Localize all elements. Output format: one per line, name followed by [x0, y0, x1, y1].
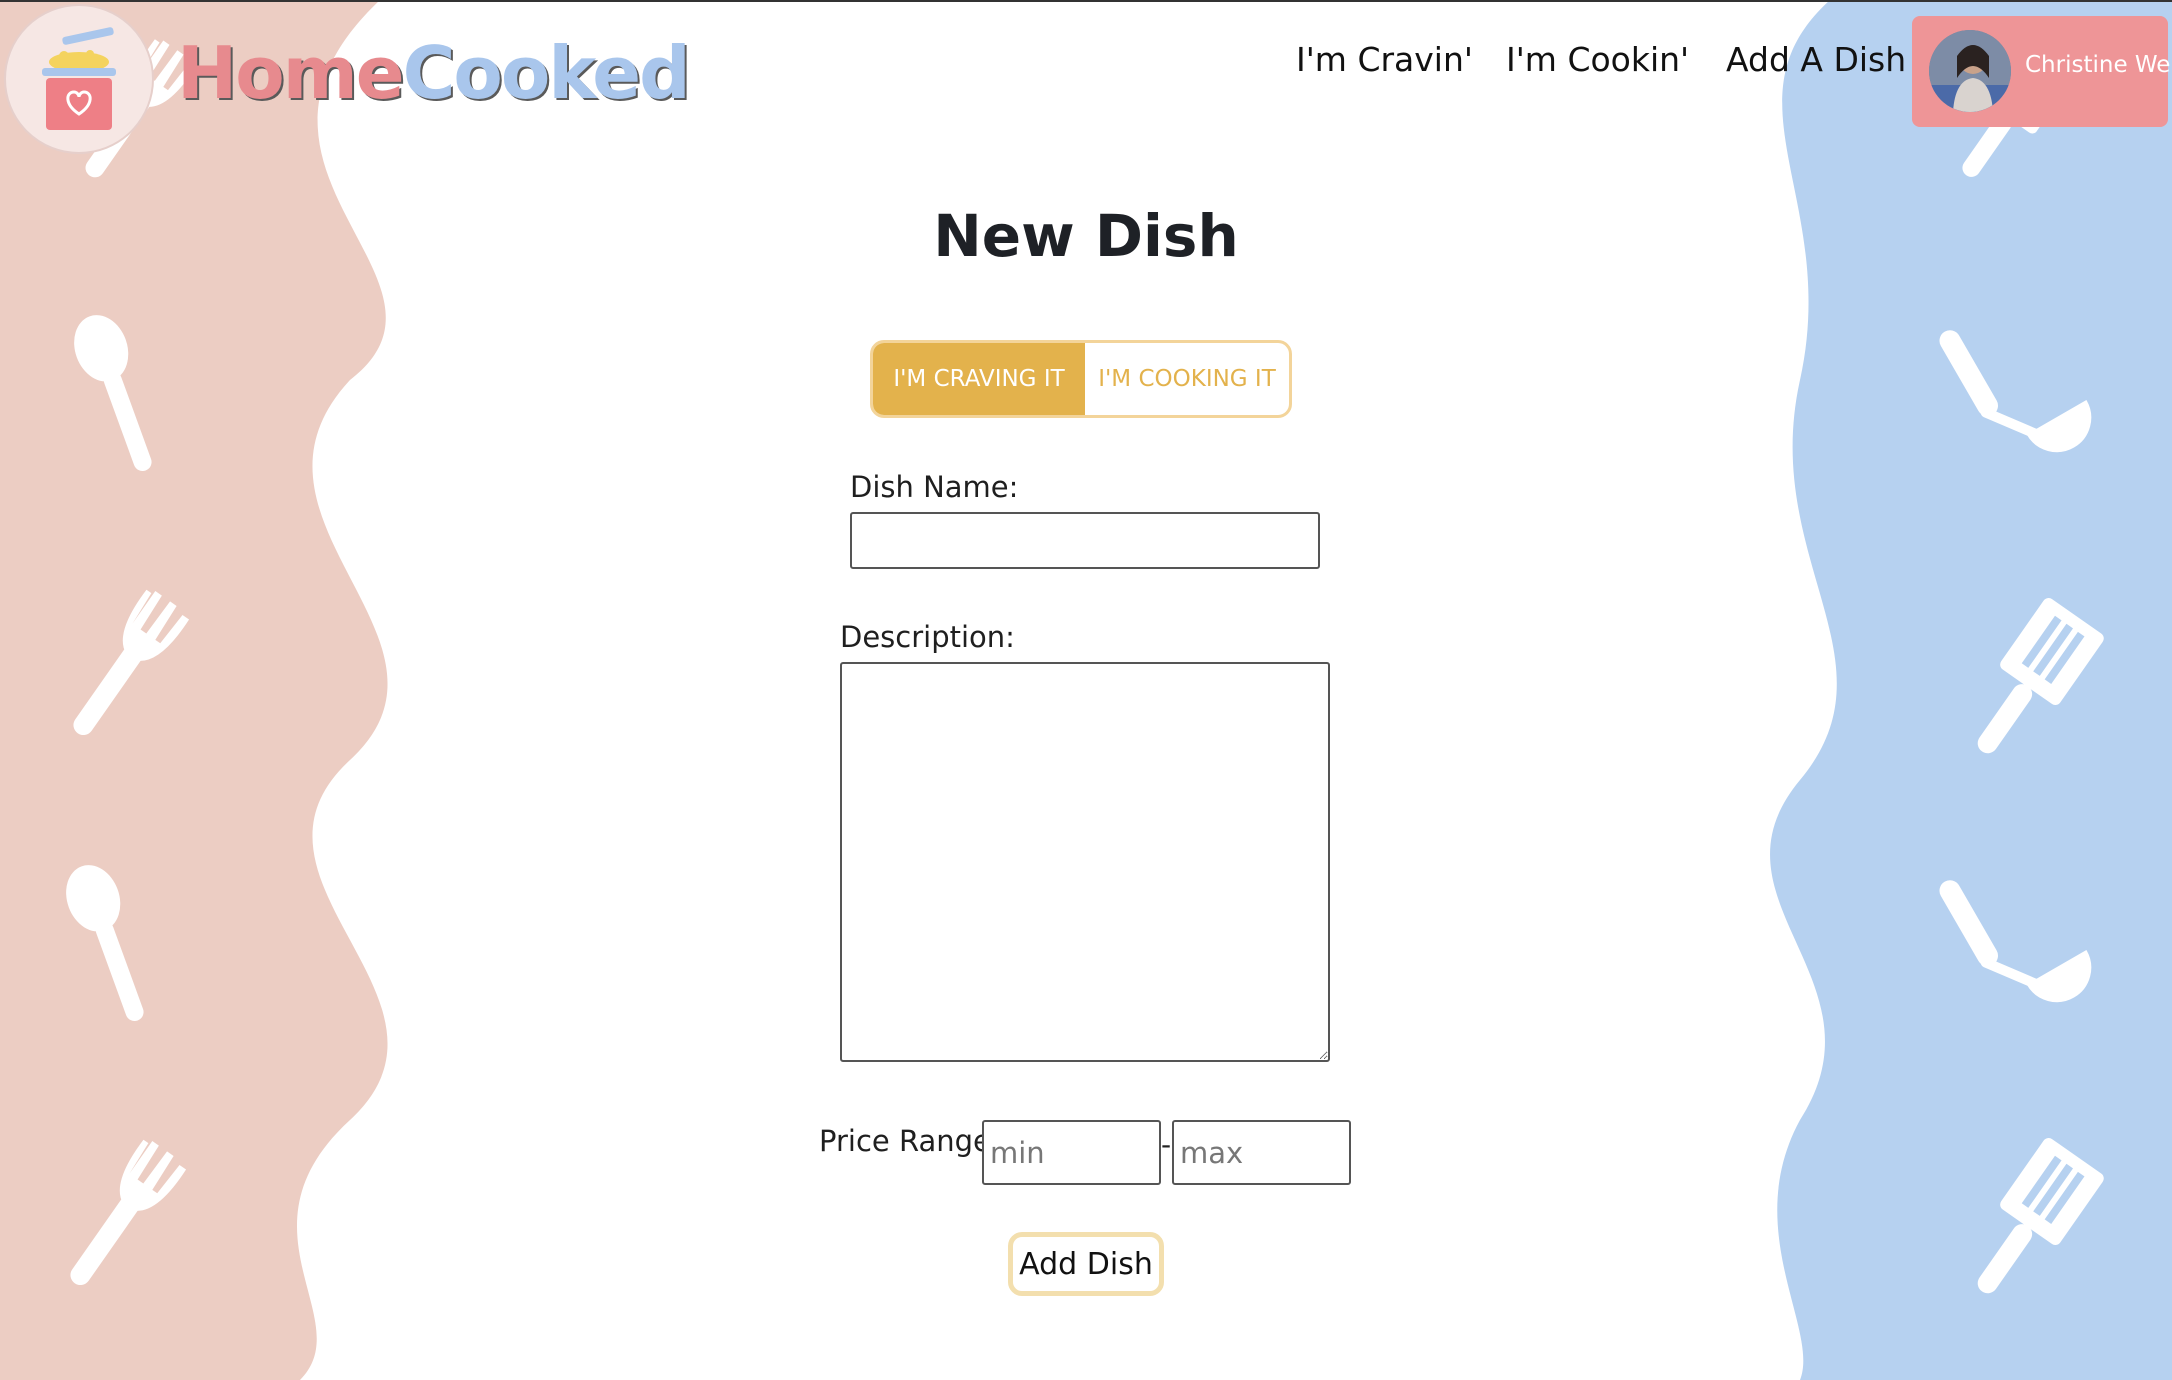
brand-title[interactable]: HomeCooked — [177, 28, 691, 118]
description-label: Description: — [840, 620, 1015, 654]
nav-add-a-dish[interactable]: Add A Dish — [1726, 40, 1906, 79]
user-menu[interactable]: Christine Wei — [1912, 16, 2172, 127]
description-textarea[interactable] — [840, 662, 1330, 1062]
logo-icon[interactable] — [2, 4, 156, 154]
dish-name-input[interactable] — [850, 512, 1320, 569]
dish-name-label: Dish Name: — [850, 470, 1019, 504]
brand-home: Home — [177, 31, 405, 115]
price-min-input[interactable] — [982, 1120, 1161, 1185]
user-name: Christine Wei — [2025, 52, 2172, 78]
price-range-label: Price Range: — [819, 1124, 1001, 1158]
avatar — [1929, 30, 2011, 112]
toggle-cooking-button[interactable]: I'M COOKING IT — [1085, 343, 1289, 415]
nav-im-cravin[interactable]: I'm Cravin' — [1296, 40, 1473, 79]
price-separator: - — [1161, 1128, 1172, 1161]
page-title: New Dish — [933, 202, 1239, 270]
brand-cooked: Cooked — [402, 31, 691, 115]
add-dish-button[interactable]: Add Dish — [1008, 1232, 1164, 1296]
nav-im-cookin[interactable]: I'm Cookin' — [1506, 40, 1689, 79]
price-max-input[interactable] — [1172, 1120, 1351, 1185]
dish-type-toggle: I'M CRAVING IT I'M COOKING IT — [870, 340, 1292, 418]
toggle-craving-button[interactable]: I'M CRAVING IT — [873, 343, 1085, 415]
